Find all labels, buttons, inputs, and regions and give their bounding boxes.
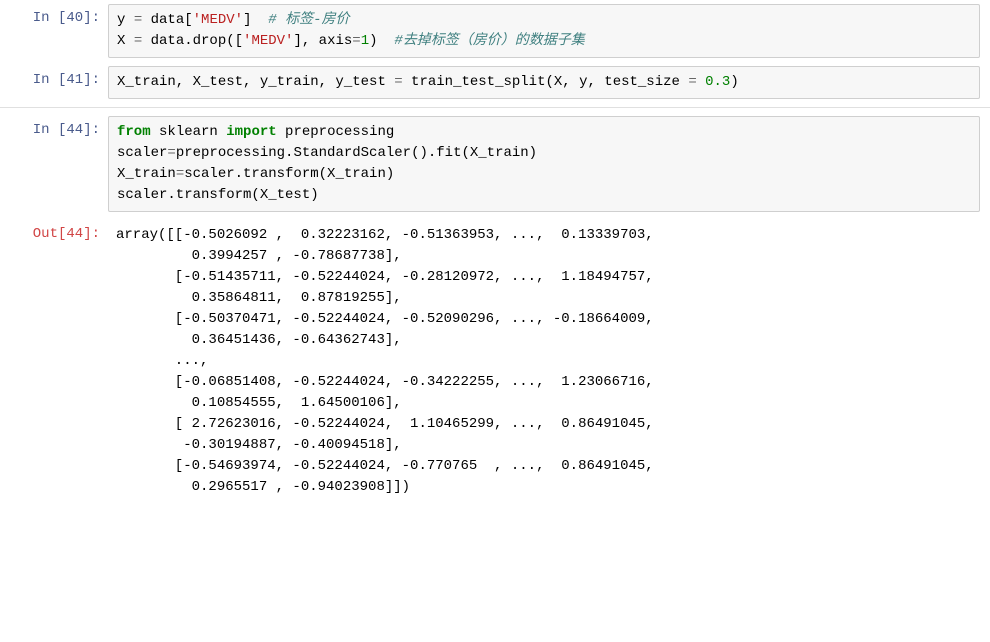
token-text: scaler.transform(X_train) — [184, 166, 394, 182]
token-text: ], axis — [293, 33, 352, 49]
token-string: 'MEDV' — [243, 33, 293, 49]
output-text: array([[-0.5026092 , 0.32223162, -0.5136… — [108, 220, 980, 503]
token-op: = — [352, 33, 360, 49]
cell-content: X_train, X_test, y_train, y_test = train… — [108, 66, 990, 99]
output-cell: Out[44]:array([[-0.5026092 , 0.32223162,… — [0, 216, 990, 507]
token-text: sklearn — [151, 124, 227, 140]
token-text: data.drop([ — [142, 33, 243, 49]
token-keyword: from — [117, 124, 151, 140]
code-cell: In [40]:y = data['MEDV'] # 标签-房价 X = dat… — [0, 0, 990, 62]
token-op: = — [134, 33, 142, 49]
notebook-container: In [40]:y = data['MEDV'] # 标签-房价 X = dat… — [0, 0, 990, 507]
token-op: = — [134, 12, 142, 28]
token-keyword: import — [226, 124, 276, 140]
cell-content: y = data['MEDV'] # 标签-房价 X = data.drop([… — [108, 4, 990, 58]
token-text: ) — [369, 33, 394, 49]
token-text: preprocessing.StandardScaler().fit(X_tra… — [176, 145, 537, 161]
token-text: data[ — [142, 12, 192, 28]
token-text: scaler.transform(X_test) — [117, 187, 319, 203]
code-input[interactable]: X_train, X_test, y_train, y_test = train… — [108, 66, 980, 99]
token-text: y — [117, 12, 134, 28]
code-cell: In [44]:from sklearn import preprocessin… — [0, 112, 990, 216]
token-op: = — [167, 145, 175, 161]
cell-content: from sklearn import preprocessing scaler… — [108, 116, 990, 212]
token-op: = — [176, 166, 184, 182]
token-number: 1 — [361, 33, 369, 49]
token-text: train_test_split(X, y, test_size — [403, 74, 689, 90]
token-text: X — [117, 33, 134, 49]
token-text: scaler — [117, 145, 167, 161]
token-string: 'MEDV' — [193, 12, 243, 28]
token-comment: # 标签-房价 — [268, 12, 349, 28]
input-prompt: In [44]: — [0, 116, 108, 212]
output-prompt: Out[44]: — [0, 220, 108, 503]
token-text: X_train — [117, 166, 176, 182]
token-text: X_train, X_test, y_train, y_test — [117, 74, 394, 90]
token-number: 0.3 — [705, 74, 730, 90]
token-text — [697, 74, 705, 90]
cell-divider — [0, 107, 990, 108]
code-input[interactable]: y = data['MEDV'] # 标签-房价 X = data.drop([… — [108, 4, 980, 58]
token-op: = — [394, 74, 402, 90]
cell-content: array([[-0.5026092 , 0.32223162, -0.5136… — [108, 220, 990, 503]
token-text: preprocessing — [277, 124, 395, 140]
token-text: ) — [730, 74, 738, 90]
code-cell: In [41]:X_train, X_test, y_train, y_test… — [0, 62, 990, 103]
token-text: ] — [243, 12, 268, 28]
code-input[interactable]: from sklearn import preprocessing scaler… — [108, 116, 980, 212]
token-comment: #去掉标签（房价）的数据子集 — [394, 33, 584, 49]
token-op: = — [688, 74, 696, 90]
input-prompt: In [41]: — [0, 66, 108, 99]
input-prompt: In [40]: — [0, 4, 108, 58]
